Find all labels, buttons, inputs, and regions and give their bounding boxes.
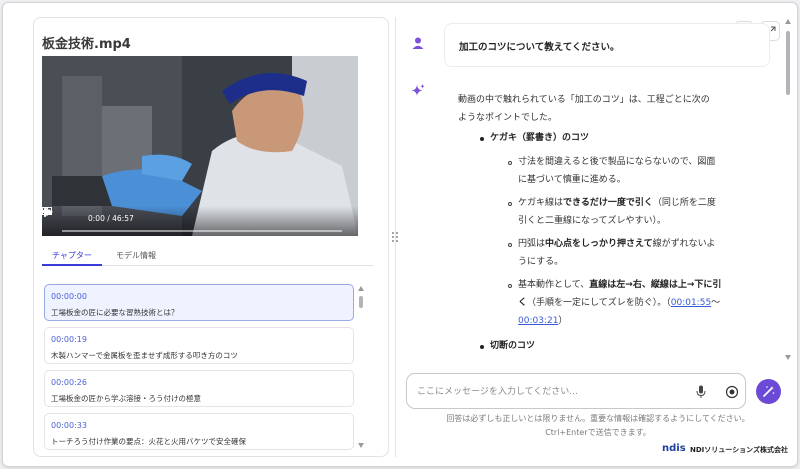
company-logo: ndis NDIソリューションズ株式会社 xyxy=(662,443,788,459)
ai-answer: 動画の中で触れられている「加工のコツ」は、工程ごとに次の ようなポイントでした。… xyxy=(458,91,768,361)
video-panel: 板金技術.mp4 0:00 / 46:57 チャプター モデル情報 00:00:… xyxy=(33,17,389,457)
section-title-marking: ケガキ（罫書き）のコツ xyxy=(490,133,590,143)
bullet-circle xyxy=(508,243,512,247)
scroll-thumb[interactable] xyxy=(359,296,363,308)
user-message: 加工のコツについて教えてください。 xyxy=(444,23,770,67)
more-options-icon[interactable] xyxy=(42,206,48,218)
drag-handle-icon[interactable] xyxy=(391,231,399,243)
tab-model-info[interactable]: モデル情報 xyxy=(106,246,166,266)
chapter-item[interactable]: 00:00:26 工場板金の匠から学ぶ溶接・ろう付けの極意 xyxy=(44,370,354,407)
answer-item3-line2: うにする。 xyxy=(518,257,564,267)
magic-wand-icon xyxy=(763,386,775,397)
mic-icon[interactable] xyxy=(695,385,707,399)
video-player[interactable]: 0:00 / 46:57 xyxy=(42,56,358,236)
chapter-scrollbar[interactable] xyxy=(358,286,364,448)
chat-scrollbar[interactable] xyxy=(784,19,792,361)
chapter-time: 00:00:26 xyxy=(51,378,87,387)
user-message-text: 加工のコツについて教えてください。 xyxy=(459,42,620,53)
scroll-up-icon[interactable] xyxy=(358,286,364,291)
video-controls: 0:00 / 46:57 xyxy=(42,206,358,236)
bullet-dot xyxy=(480,137,484,141)
scroll-up-icon[interactable] xyxy=(785,19,791,24)
video-time: 0:00 / 46:57 xyxy=(88,214,134,223)
bullet-circle xyxy=(508,202,512,206)
panel-tabs: チャプター モデル情報 xyxy=(42,246,374,266)
chapter-time: 00:00:33 xyxy=(51,421,87,430)
answer-intro-line2: ようなポイントでした。 xyxy=(458,113,558,123)
timestamp-link[interactable]: 00:01:55 xyxy=(671,298,711,308)
app-window: 板金技術.mp4 0:00 / 46:57 チャプター モデル情報 00:00:… xyxy=(2,2,798,467)
chapter-title: 工場板金の匠に必要な習熟技術とは？ xyxy=(51,308,179,317)
chapter-title: 工場板金の匠から学ぶ溶接・ろう付けの極意 xyxy=(51,394,201,403)
answer-item4-line1: 基本動作として、直線は左→右、縦線は上→下に引 xyxy=(518,280,722,290)
chapter-title: 木製ハンマーで金属板を歪ませず成形する叩き方のコツ xyxy=(51,351,238,360)
chapter-time: 00:00:19 xyxy=(51,335,87,344)
answer-item1-line2: に基づいて慎重に進める。 xyxy=(518,175,626,185)
answer-intro-line1: 動画の中で触れられている「加工のコツ」は、工程ごとに次の xyxy=(458,95,710,105)
scroll-down-icon[interactable] xyxy=(785,355,791,360)
chapter-time: 00:00:00 xyxy=(51,292,87,301)
chat-panel: 加工のコツについて教えてください。 動画の中で触れられている「加工のコツ」は、工… xyxy=(400,3,796,466)
answer-item4-line2: く（手順を一定にしてズレを防ぐ）。（00:01:55〜 xyxy=(518,298,721,308)
tab-chapters[interactable]: チャプター xyxy=(42,246,102,266)
chapter-item[interactable]: 00:00:19 木製ハンマーで金属板を歪ませず成形する叩き方のコツ xyxy=(44,327,354,364)
stop-icon[interactable] xyxy=(725,385,739,399)
send-button[interactable] xyxy=(756,379,781,404)
message-input-box xyxy=(406,373,746,409)
answer-item2-line2: 引くと二重線になってズレやすい）。 xyxy=(518,216,667,226)
message-input[interactable] xyxy=(417,383,687,401)
user-avatar-icon xyxy=(412,37,424,49)
bullet-circle xyxy=(508,284,512,288)
send-hint-text: Ctrl+Enterで送信できます。 xyxy=(545,428,651,437)
video-progress-bar[interactable] xyxy=(62,230,342,232)
answer-item4-line3: 00:03:21） xyxy=(518,316,568,326)
answer-item3-line1: 円弧は中心点をしっかり押さえて線がずれないよ xyxy=(518,239,716,249)
scroll-down-icon[interactable] xyxy=(358,443,364,448)
chapter-item[interactable]: 00:00:00 工場板金の匠に必要な習熟技術とは？ xyxy=(44,284,354,321)
logo-mark: ndis xyxy=(662,443,686,454)
company-name: NDIソリューションズ株式会社 xyxy=(690,446,788,454)
timestamp-link[interactable]: 00:03:21 xyxy=(518,316,558,326)
section-title-cutting: 切断のコツ xyxy=(490,341,536,351)
chapter-item[interactable]: 00:00:33 トーチろう付け作業の要点：火花と火用バケツで安全確保 xyxy=(44,413,354,450)
scroll-thumb[interactable] xyxy=(786,31,790,95)
disclaimer-text: 回答は必ずしも正しいとは限りません。重要な情報は確認するようにしてください。 xyxy=(446,414,750,423)
sparkle-icon xyxy=(411,84,425,96)
answer-item2-line1: ケガキ線はできるだけ一度で引く（同じ所を二度 xyxy=(518,198,716,208)
video-title: 板金技術.mp4 xyxy=(42,37,131,52)
bullet-dot xyxy=(480,345,484,349)
chapter-title: トーチろう付け作業の要点：火花と火用バケツで安全確保 xyxy=(51,437,246,446)
answer-item1-line1: 寸法を間違えると後で製品にならないので、図面 xyxy=(518,157,716,167)
chapter-list: 00:00:00 工場板金の匠に必要な習熟技術とは？ 00:00:19 木製ハン… xyxy=(42,266,374,452)
bullet-circle xyxy=(508,161,512,165)
